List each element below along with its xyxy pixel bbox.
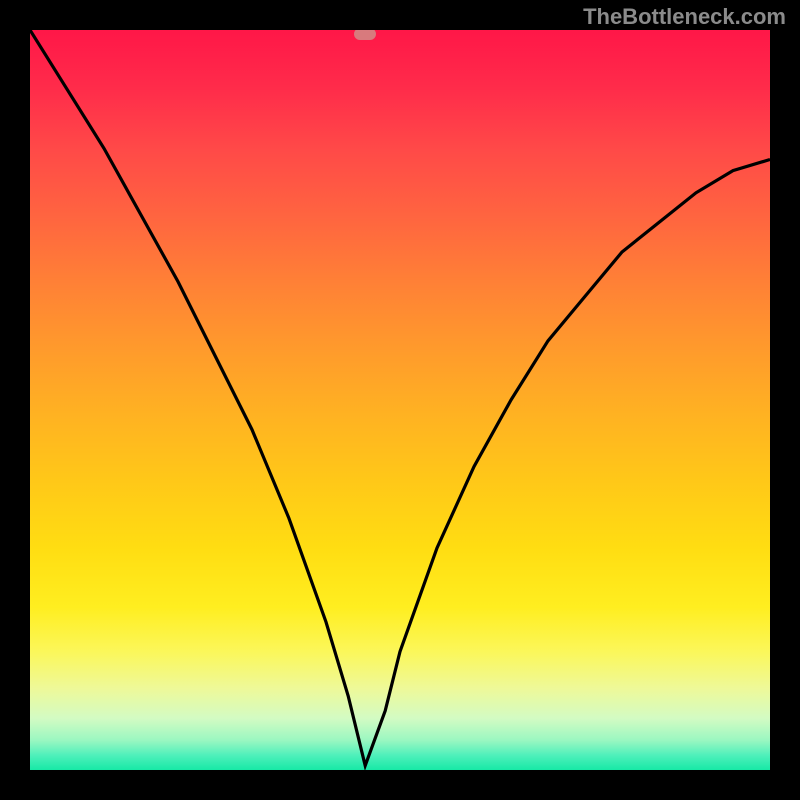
chart-container: TheBottleneck.com (0, 0, 800, 800)
watermark-text: TheBottleneck.com (583, 4, 786, 30)
bottleneck-curve (30, 30, 770, 770)
optimal-point-marker (354, 30, 376, 40)
plot-area (30, 30, 770, 770)
